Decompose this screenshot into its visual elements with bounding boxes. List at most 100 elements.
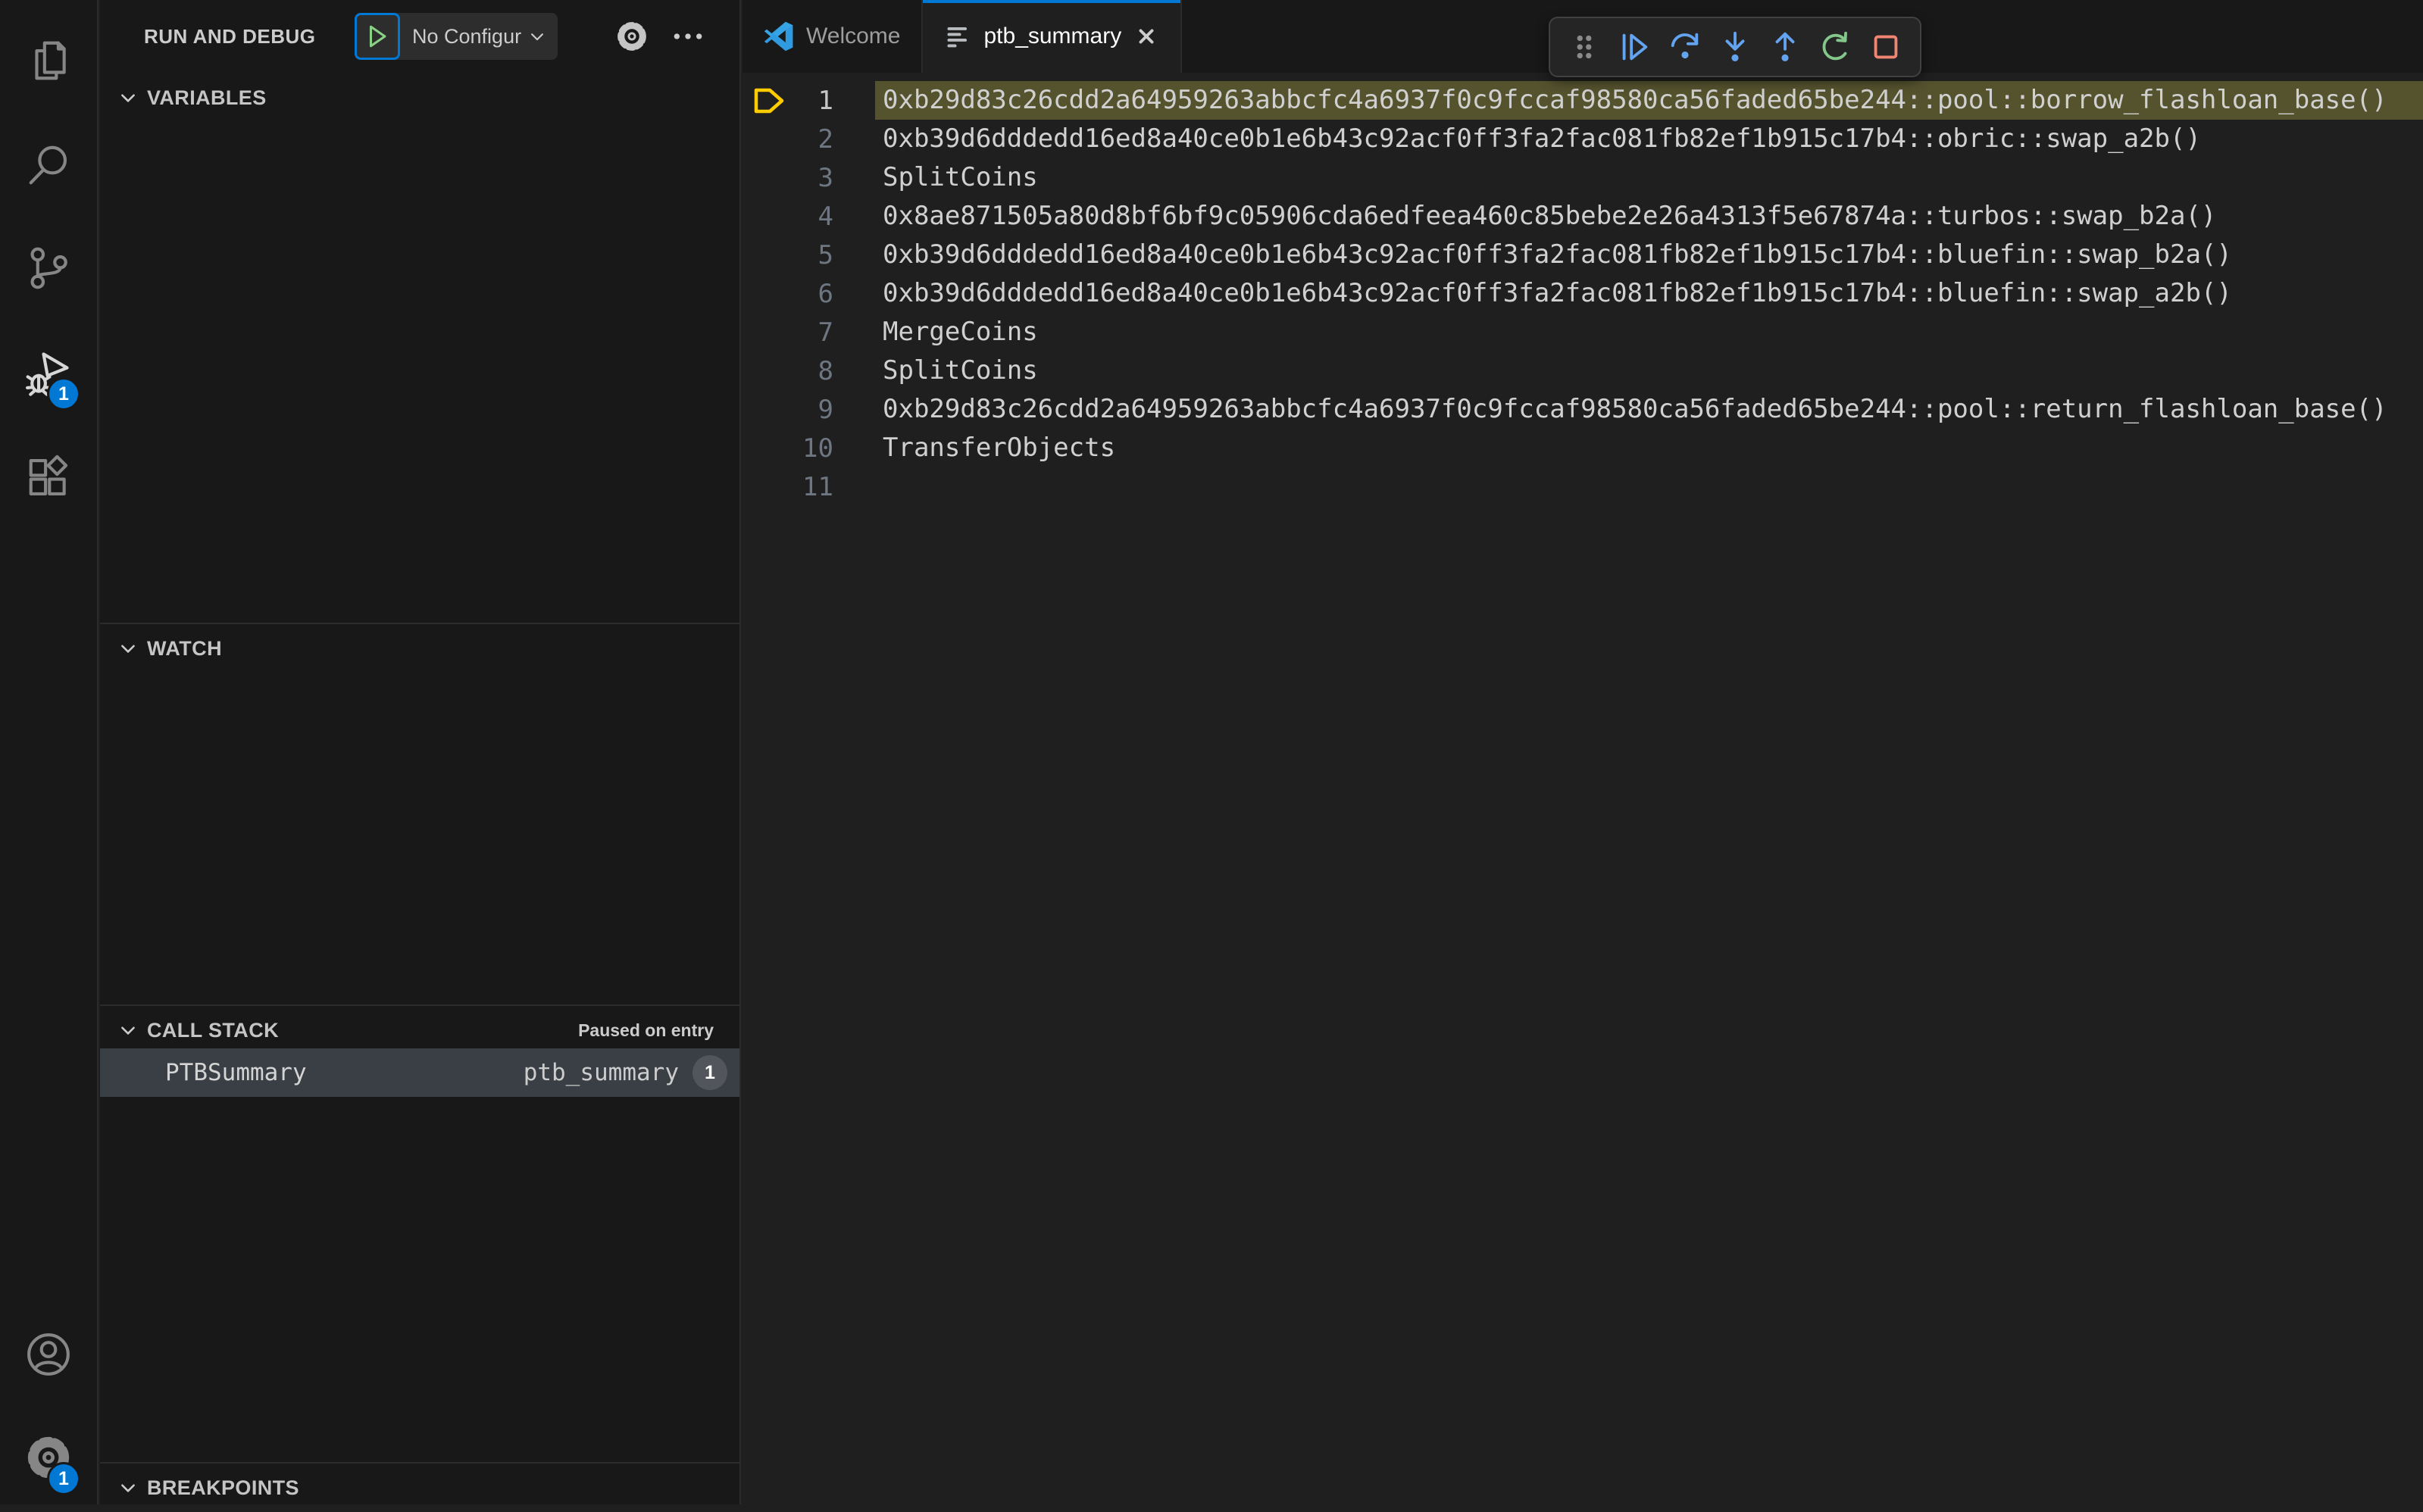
line-number: 7 — [796, 317, 833, 348]
debug-current-line-arrow-icon — [752, 86, 786, 116]
views-more-actions-button[interactable] — [670, 18, 706, 55]
code-line-text[interactable]: 0xb39d6dddedd16ed8a40ce0b1e6b43c92acf0ff… — [875, 120, 2423, 158]
debug-settings-gear-button[interactable] — [614, 18, 650, 55]
breakpoints-section-label: BREAKPOINTS — [147, 1476, 299, 1500]
code-line-text[interactable]: TransferObjects — [875, 429, 2423, 467]
line-number: 1 — [796, 86, 833, 116]
chevron-down-icon — [529, 28, 546, 45]
debug-toolbar — [1549, 17, 1921, 77]
configuration-label: No Configur — [412, 25, 521, 48]
line-number: 5 — [796, 240, 833, 270]
code-line-text[interactable]: 0xb29d83c26cdd2a64959263abbcfc4a6937f0c9… — [875, 81, 2423, 120]
code-line-text[interactable]: SplitCoins — [875, 158, 2423, 197]
start-debugging-button[interactable] — [355, 13, 400, 60]
sidebar-item-source-control[interactable] — [0, 233, 97, 306]
line-number: 8 — [796, 356, 833, 386]
launch-control: No Configur — [355, 13, 558, 60]
line-number: 3 — [796, 163, 833, 193]
step-into-icon — [1718, 30, 1752, 64]
line-number: 11 — [796, 472, 833, 502]
code-line-text[interactable]: SplitCoins — [875, 351, 2423, 390]
run-and-debug-sidebar: RUN AND DEBUG No Configur VARIABLES WATC… — [100, 0, 741, 1504]
sidebar-item-extensions[interactable] — [0, 442, 97, 515]
code-line[interactable]: 4 0x8ae871505a80d8bf6bf9c05906cda6edfeea4… — [743, 197, 2423, 236]
tab-label: ptb_summary — [983, 23, 1121, 49]
code-line[interactable]: 10 TransferObjects — [743, 429, 2423, 467]
watch-section-header[interactable]: WATCH — [100, 623, 739, 673]
close-icon — [1137, 27, 1155, 45]
call-stack-section-header[interactable]: CALL STACK Paused on entry — [100, 1004, 739, 1054]
line-number: 4 — [796, 201, 833, 232]
chevron-down-icon — [118, 1020, 138, 1040]
activity-bar: 1 1 — [0, 0, 98, 1504]
gripper-icon — [1567, 30, 1602, 64]
account-button[interactable] — [0, 1320, 97, 1392]
code-line[interactable]: 1 0xb29d83c26cdd2a64959263abbcfc4a6937f0c… — [743, 81, 2423, 120]
line-number: 9 — [796, 395, 833, 425]
paused-status-text: Paused on entry — [578, 1020, 714, 1041]
extensions-icon — [25, 454, 72, 505]
code-line[interactable]: 6 0xb39d6dddedd16ed8a40ce0b1e6b43c92acf0f… — [743, 274, 2423, 313]
code-line-text[interactable] — [875, 467, 2423, 506]
sidebar-title: RUN AND DEBUG — [144, 25, 316, 48]
vscode-window: 1 1 RUN AND DEBUG No — [0, 0, 2423, 1504]
call-stack-frame-row[interactable]: PTBSummary ptb_summary 1 — [100, 1048, 739, 1097]
editor-area: Welcome ptb_summary — [743, 0, 2423, 1504]
ellipsis-icon — [671, 20, 705, 53]
gear-icon — [615, 20, 649, 53]
debug-configuration-dropdown[interactable]: No Configur — [400, 13, 558, 60]
code-line-text[interactable]: 0xb39d6dddedd16ed8a40ce0b1e6b43c92acf0ff… — [875, 274, 2423, 313]
code-line[interactable]: 11 — [743, 467, 2423, 506]
chevron-down-icon — [118, 1478, 138, 1498]
code-line[interactable]: 5 0xb39d6dddedd16ed8a40ce0b1e6b43c92acf0f… — [743, 236, 2423, 274]
code-line[interactable]: 3 SplitCoins — [743, 158, 2423, 197]
continue-button[interactable] — [1612, 24, 1656, 70]
code-line-text[interactable]: MergeCoins — [875, 313, 2423, 351]
sidebar-item-search[interactable] — [0, 130, 97, 203]
breakpoint-gutter[interactable] — [743, 86, 796, 116]
restart-icon — [1818, 30, 1853, 64]
code-line-text[interactable]: 0x8ae871505a80d8bf6bf9c05906cda6edfeea46… — [875, 197, 2423, 236]
search-icon — [25, 142, 72, 192]
step-over-button[interactable] — [1663, 24, 1707, 70]
restart-button[interactable] — [1813, 24, 1857, 70]
code-line[interactable]: 7 MergeCoins — [743, 313, 2423, 351]
code-line[interactable]: 9 0xb29d83c26cdd2a64959263abbcfc4a6937f0c… — [743, 390, 2423, 429]
account-icon — [25, 1331, 72, 1382]
code-editor[interactable]: 1 0xb29d83c26cdd2a64959263abbcfc4a6937f0c… — [743, 73, 2423, 1504]
breakpoints-section-header[interactable]: BREAKPOINTS — [100, 1462, 739, 1512]
vscode-logo-icon — [764, 21, 794, 52]
stop-icon — [1868, 30, 1903, 64]
source-control-icon — [25, 245, 72, 295]
stack-frame-file: ptb_summary — [524, 1059, 679, 1086]
code-line[interactable]: 8 SplitCoins — [743, 351, 2423, 390]
step-into-button[interactable] — [1713, 24, 1757, 70]
tab-welcome[interactable]: Welcome — [743, 0, 923, 73]
files-icon — [25, 37, 72, 88]
code-line-text[interactable]: 0xb29d83c26cdd2a64959263abbcfc4a6937f0c9… — [875, 390, 2423, 429]
step-out-icon — [1768, 30, 1802, 64]
line-number: 6 — [796, 279, 833, 309]
variables-section-label: VARIABLES — [147, 86, 267, 110]
watch-section-label: WATCH — [147, 637, 222, 661]
line-number: 10 — [796, 433, 833, 464]
close-tab-button[interactable] — [1133, 23, 1159, 49]
toolbar-drag-handle[interactable] — [1562, 24, 1606, 70]
continue-icon — [1617, 30, 1652, 64]
call-stack-section-label: CALL STACK — [147, 1019, 279, 1042]
chevron-down-icon — [118, 639, 138, 658]
tab-ptb-summary[interactable]: ptb_summary — [923, 0, 1182, 73]
step-out-button[interactable] — [1763, 24, 1807, 70]
code-line-text[interactable]: 0xb39d6dddedd16ed8a40ce0b1e6b43c92acf0ff… — [875, 236, 2423, 274]
debug-count-badge: 1 — [47, 377, 80, 411]
stop-button[interactable] — [1864, 24, 1908, 70]
settings-button[interactable]: 1 — [0, 1423, 97, 1495]
stack-frame-badge: 1 — [693, 1055, 727, 1090]
stack-frame-name: PTBSummary — [165, 1059, 307, 1086]
variables-section-header[interactable]: VARIABLES — [100, 73, 739, 123]
code-line[interactable]: 2 0xb39d6dddedd16ed8a40ce0b1e6b43c92acf0f… — [743, 120, 2423, 158]
sidebar-item-run-and-debug[interactable]: 1 — [0, 338, 97, 411]
line-number: 2 — [796, 124, 833, 155]
list-file-icon — [944, 23, 971, 50]
sidebar-item-explorer[interactable] — [0, 26, 97, 98]
